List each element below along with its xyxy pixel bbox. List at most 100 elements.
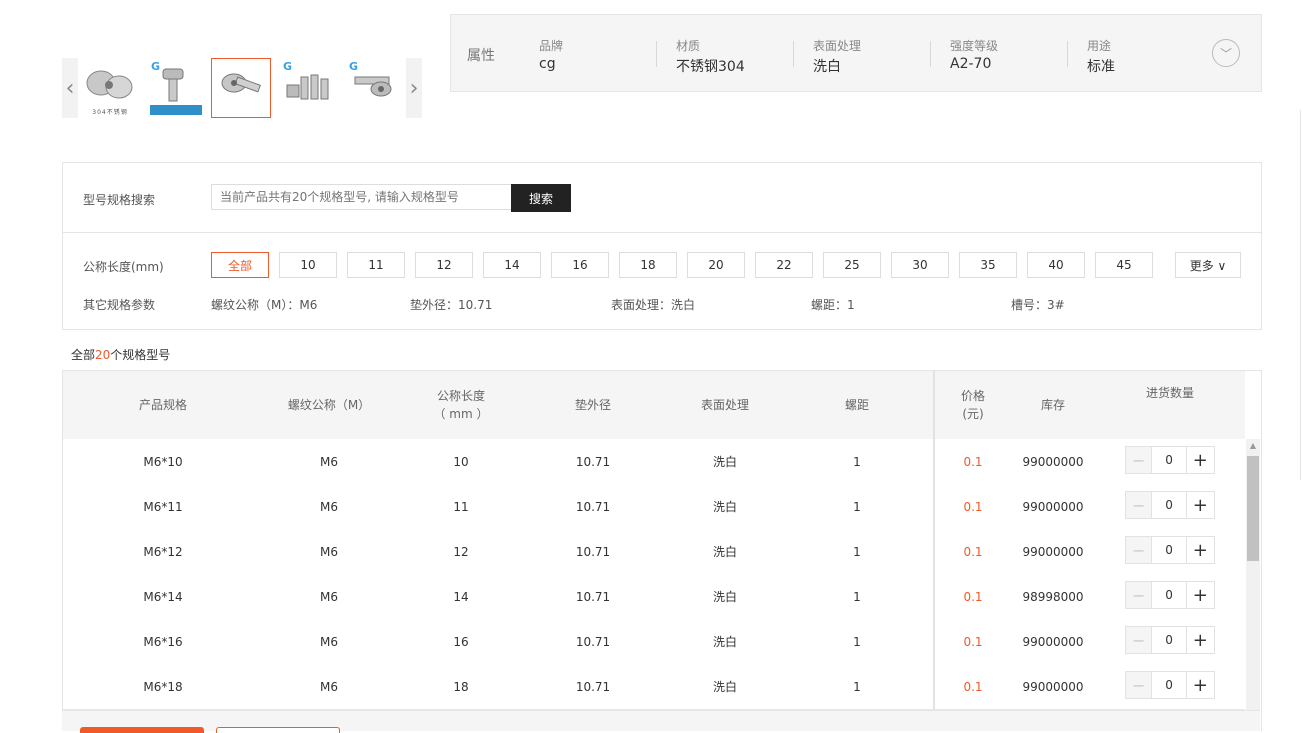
length-option[interactable]: 20 xyxy=(687,252,745,278)
length-option[interactable]: 40 xyxy=(1027,252,1085,278)
cell-price: 0.1 xyxy=(963,589,983,604)
minus-icon[interactable]: − xyxy=(1126,582,1152,608)
minus-icon[interactable]: − xyxy=(1126,627,1152,653)
length-option[interactable]: 18 xyxy=(619,252,677,278)
gallery-thumbnail[interactable]: G xyxy=(146,58,206,118)
cell-price: 0.1 xyxy=(963,679,983,694)
cell-stock: 98998000 xyxy=(1022,589,1084,604)
cell-length: 11 xyxy=(453,499,469,514)
attribute-value: A2-70 xyxy=(950,56,992,72)
scrollbar-thumb[interactable] xyxy=(1247,456,1259,561)
plus-icon[interactable]: + xyxy=(1187,537,1214,563)
scroll-up-icon[interactable]: ▲ xyxy=(1246,441,1260,453)
cell-surface: 洗白 xyxy=(712,545,737,559)
cell-surface: 洗白 xyxy=(712,590,737,604)
cell-price: 0.1 xyxy=(963,454,983,469)
table-row: M6*12 M6 12 10.71 洗白 1 0.1 99000000 −0 + xyxy=(63,529,1245,575)
length-option[interactable]: 11 xyxy=(347,252,405,278)
length-option[interactable]: 35 xyxy=(959,252,1017,278)
gallery-thumbnail[interactable]: G xyxy=(344,58,404,118)
plus-icon[interactable]: + xyxy=(1187,492,1214,518)
minus-icon[interactable]: − xyxy=(1126,537,1152,563)
cell-length: 10 xyxy=(453,454,469,469)
length-option[interactable]: 16 xyxy=(551,252,609,278)
spec-filter-panel: 型号规格搜索 搜索 公称长度(mm) 全部 10 11 12 14 16 18 20 22 25 3… xyxy=(62,162,1262,330)
plus-icon[interactable]: + xyxy=(1187,627,1214,653)
cell-stock: 99000000 xyxy=(1022,454,1084,469)
attribute-item: 材质 不锈钢304 xyxy=(676,37,745,76)
cell-thread: M6 xyxy=(320,634,338,649)
table-row: M6*14 M6 14 10.71 洗白 1 0.1 98998000 −0 + xyxy=(63,574,1245,620)
spec-param: 螺距：1 xyxy=(811,298,855,312)
more-options-button[interactable]: 更多 ∨ xyxy=(1175,252,1241,278)
attribute-separator xyxy=(1067,41,1068,67)
minus-icon[interactable]: − xyxy=(1126,447,1152,473)
cell-pitch: 1 xyxy=(853,544,861,559)
quantity-stepper: −0 + xyxy=(1125,671,1215,699)
results-count-number: 20 xyxy=(95,348,111,362)
attribute-separator xyxy=(793,41,794,67)
quantity-input[interactable]: 0 xyxy=(1151,492,1187,518)
cell-price: 0.1 xyxy=(963,634,983,649)
header-spec: 产品规格 xyxy=(138,398,187,412)
cell-washer: 10.71 xyxy=(575,679,611,694)
cell-washer: 10.71 xyxy=(575,544,611,559)
spec-search-input[interactable] xyxy=(211,184,511,210)
cell-surface: 洗白 xyxy=(712,680,737,694)
plus-icon[interactable]: + xyxy=(1187,447,1214,473)
length-option[interactable]: 12 xyxy=(415,252,473,278)
expand-attributes-icon[interactable]: ﹀ xyxy=(1212,39,1240,67)
length-option[interactable]: 45 xyxy=(1095,252,1153,278)
brand-logo: G xyxy=(349,60,359,73)
footer-primary-button[interactable] xyxy=(80,727,204,733)
cell-thread: M6 xyxy=(320,454,338,469)
length-option[interactable]: 22 xyxy=(755,252,813,278)
cell-spec: M6*12 xyxy=(143,544,183,559)
search-button[interactable]: 搜索 xyxy=(511,184,571,212)
cell-length: 16 xyxy=(453,634,469,649)
page-edge xyxy=(1300,110,1301,480)
cell-washer: 10.71 xyxy=(575,454,611,469)
gallery-thumbnail[interactable]: 304不锈钢 xyxy=(80,58,140,118)
plus-icon[interactable]: + xyxy=(1187,582,1214,608)
quantity-input[interactable]: 0 xyxy=(1151,627,1187,653)
attribute-item: 用途 标准 xyxy=(1087,37,1115,76)
attribute-value: 洗白 xyxy=(813,59,841,75)
quantity-input[interactable]: 0 xyxy=(1151,447,1187,473)
minus-icon[interactable]: − xyxy=(1126,492,1152,518)
length-option[interactable]: 25 xyxy=(823,252,881,278)
thumbnail-caption: 304不锈钢 xyxy=(92,109,128,116)
spec-param: 垫外径：10.71 xyxy=(410,298,493,312)
table-row: M6*11 M6 11 10.71 洗白 1 0.1 99000000 −0 + xyxy=(63,484,1245,530)
gallery-prev-arrow-icon[interactable]: ‹ xyxy=(62,58,78,118)
quantity-input[interactable]: 0 xyxy=(1151,672,1187,698)
header-stock: 库存 xyxy=(1040,398,1065,412)
footer-secondary-button[interactable] xyxy=(216,727,340,733)
cell-thread: M6 xyxy=(320,589,338,604)
cell-spec: M6*16 xyxy=(143,634,183,649)
length-option[interactable]: 全部 xyxy=(211,252,269,278)
cell-price: 0.1 xyxy=(963,544,983,559)
cell-length: 18 xyxy=(453,679,469,694)
plus-icon[interactable]: + xyxy=(1187,672,1214,698)
minus-icon[interactable]: − xyxy=(1126,672,1152,698)
quantity-input[interactable]: 0 xyxy=(1151,582,1187,608)
attribute-item: 品牌 cg xyxy=(539,37,563,72)
attribute-key: 强度等级 xyxy=(950,39,999,53)
gallery-thumbnail[interactable] xyxy=(211,58,271,118)
header-length: 公称长度 （ mm ） xyxy=(433,389,489,421)
table-scrollbar[interactable]: ▲ xyxy=(1246,439,1260,711)
header-thread: 螺纹公称（M） xyxy=(287,398,371,412)
cell-stock: 99000000 xyxy=(1022,544,1084,559)
header-pitch: 螺距 xyxy=(844,398,869,412)
cell-spec: M6*10 xyxy=(143,454,183,469)
gallery-next-arrow-icon[interactable]: › xyxy=(406,58,422,118)
length-option[interactable]: 10 xyxy=(279,252,337,278)
cell-thread: M6 xyxy=(320,499,338,514)
length-option[interactable]: 14 xyxy=(483,252,541,278)
cell-surface: 洗白 xyxy=(712,635,737,649)
length-option[interactable]: 30 xyxy=(891,252,949,278)
header-surface: 表面处理 xyxy=(700,398,749,412)
quantity-input[interactable]: 0 xyxy=(1151,537,1187,563)
gallery-thumbnail[interactable]: G xyxy=(278,58,338,118)
